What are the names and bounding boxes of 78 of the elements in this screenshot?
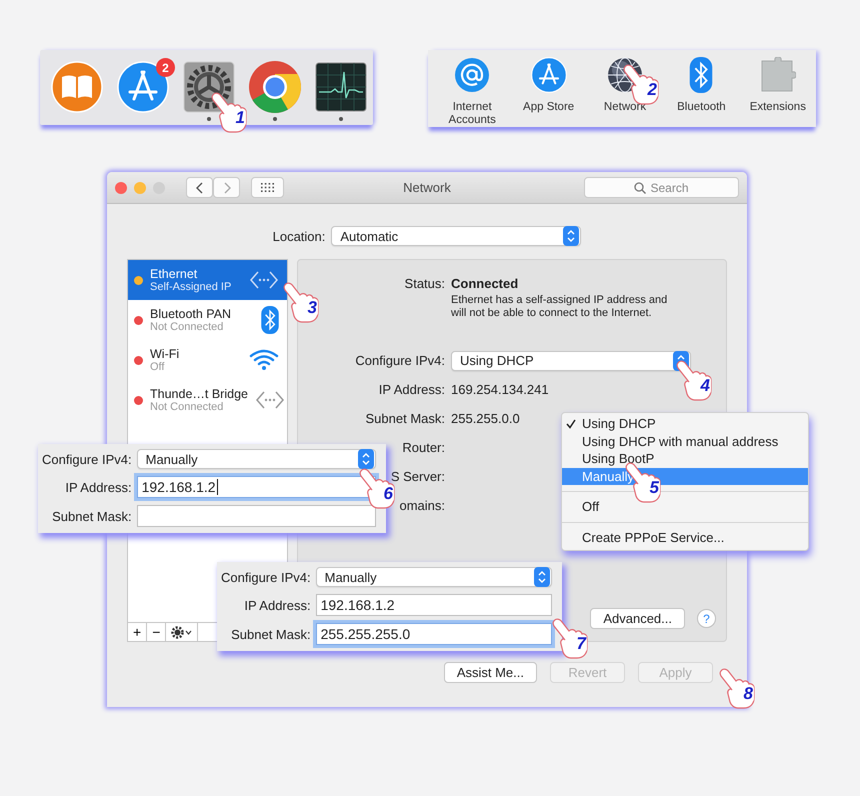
advanced-button[interactable]: Advanced...: [590, 608, 685, 629]
service-item[interactable]: Thunde…t Bridge Not Connected: [128, 380, 287, 420]
window-title: Network: [403, 180, 451, 195]
browser-icon[interactable]: [248, 60, 302, 114]
help-button[interactable]: ?: [697, 609, 716, 628]
gear-icon[interactable]: [183, 61, 235, 113]
configure-popup[interactable]: Manually: [316, 567, 552, 587]
menu-item[interactable]: Using BootP: [562, 450, 808, 468]
preference-label[interactable]: Internet Accounts: [442, 101, 502, 127]
menu-item[interactable]: Using DHCP with manual address: [562, 432, 808, 450]
field-label: Location:: [272, 228, 326, 244]
stepper-icon: [358, 449, 374, 469]
wifi-icon: [249, 349, 279, 371]
search-icon: [634, 182, 646, 194]
service-item[interactable]: Wi-Fi Off: [128, 340, 287, 380]
menu-item[interactable]: Using DHCP: [562, 415, 808, 432]
stepper-icon: [563, 226, 580, 246]
service-name: Bluetooth PAN: [150, 307, 232, 321]
at-sign-icon[interactable]: [454, 57, 490, 93]
input-field[interactable]: 192.168.1.2: [136, 476, 376, 498]
field-label: Status:: [404, 276, 445, 291]
status-value: Connected: [451, 276, 520, 291]
field-label: Configure IPv4:: [355, 353, 445, 368]
gear-icon: [171, 626, 184, 638]
service-name: Wi-Fi: [150, 347, 180, 361]
menu-item[interactable]: Off: [562, 498, 808, 516]
check-icon: [566, 418, 576, 429]
back-button[interactable]: [186, 177, 213, 198]
preference-label[interactable]: Bluetooth: [677, 101, 726, 114]
field-label: Subnet Mask:: [230, 626, 311, 642]
input-field[interactable]: 255.255.255.0: [316, 623, 552, 645]
footer-button[interactable]: Assist Me...: [444, 662, 537, 683]
chevron-left-icon: [196, 182, 204, 194]
configure-popup[interactable]: Using DHCP: [451, 350, 691, 370]
preference-label[interactable]: Extensions: [750, 101, 806, 114]
app-store-icon[interactable]: [530, 57, 567, 93]
service-item[interactable]: Ethernet Self-Assigned IP: [128, 260, 287, 300]
puzzle-icon[interactable]: [760, 57, 796, 93]
close-button[interactable]: [115, 182, 127, 194]
field-label: Configure IPv4:: [221, 570, 311, 584]
field-label: omains:: [399, 498, 445, 513]
show-all-button[interactable]: [251, 177, 284, 198]
bluetooth-icon[interactable]: [689, 57, 714, 93]
configure-popup[interactable]: Manually: [136, 449, 376, 469]
activity-monitor-icon[interactable]: [315, 62, 367, 112]
caret-icon: [185, 630, 192, 634]
service-status: Off: [150, 361, 166, 373]
preference-label[interactable]: Network: [604, 101, 646, 114]
service-status: Not Connected: [150, 321, 224, 333]
status-description: Ethernet has a self-assigned IP address and will not be able to connect to the Internet.: [451, 294, 668, 320]
book-icon[interactable]: [51, 61, 103, 113]
bluetooth-icon: [261, 306, 279, 334]
stepper-icon: [534, 567, 550, 587]
field-label: IP Address:: [378, 382, 445, 397]
service-status: Not Connected: [150, 401, 224, 413]
field-label: IP Address:: [64, 480, 132, 494]
preference-label[interactable]: App Store: [523, 101, 574, 114]
service-name: Ethernet: [150, 267, 198, 281]
field-label: IP Address:: [243, 598, 311, 612]
field-label: Subnet Mask:: [366, 411, 445, 426]
location-popup[interactable]: Automatic: [331, 226, 582, 246]
app-store-icon[interactable]: [117, 61, 169, 113]
field-value: 255.255.0.0: [451, 411, 520, 426]
grid-icon: [261, 183, 274, 192]
field-label: Router:: [402, 440, 445, 455]
field-value: 169.254.134.241: [451, 382, 549, 397]
ethernet-icon: [254, 390, 285, 410]
field-label: Configure IPv4:: [42, 452, 132, 466]
chevron-right-icon: [222, 182, 230, 194]
input-field[interactable]: [136, 505, 376, 527]
ethernet-icon: [249, 270, 279, 290]
service-status: Self-Assigned IP: [150, 281, 232, 293]
notification-badge: 2: [156, 58, 175, 77]
field-label: S Server:: [390, 469, 445, 484]
field-label: Subnet Mask:: [51, 508, 132, 524]
menu-item[interactable]: Create PPPoE Service...: [562, 528, 808, 546]
input-field[interactable]: 192.168.1.2: [316, 594, 552, 616]
service-name: Thunde…t Bridge: [150, 387, 248, 401]
